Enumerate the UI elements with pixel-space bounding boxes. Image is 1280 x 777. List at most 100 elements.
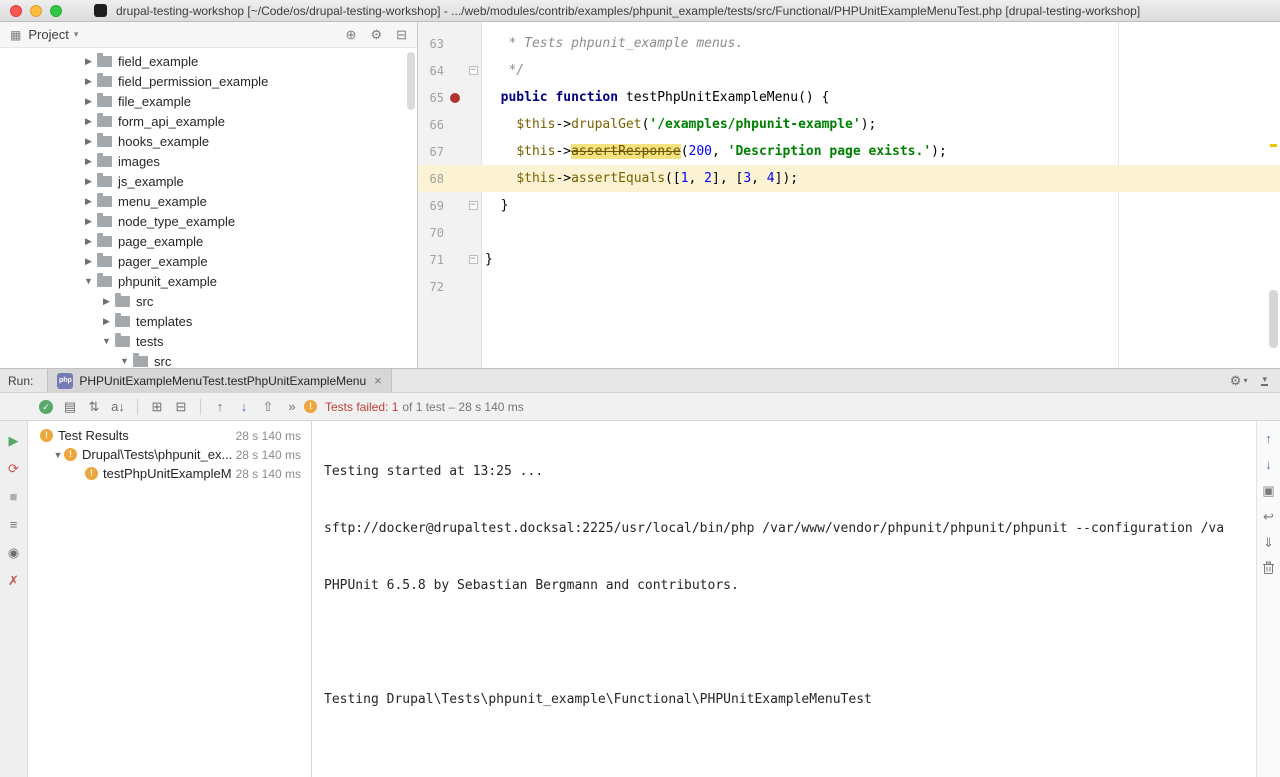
- minimize-window-button[interactable]: [30, 5, 42, 17]
- tree-item-form-api-example[interactable]: ▶form_api_example: [0, 111, 417, 131]
- code-line[interactable]: 70: [418, 219, 1280, 246]
- gear-icon[interactable]: ⚙: [1230, 373, 1242, 389]
- test-failed-icon: !: [40, 429, 53, 442]
- chevron-right-icon[interactable]: ▶: [82, 116, 95, 127]
- code-line-current[interactable]: 68 $this->assertEquals([1, 2], [3, 4]);: [418, 165, 1280, 192]
- sort-by-duration-icon[interactable]: ⇅: [82, 399, 106, 415]
- previous-failed-test-icon[interactable]: ↑: [208, 399, 232, 414]
- chevron-right-icon[interactable]: ▶: [82, 136, 95, 147]
- next-trace-icon[interactable]: ↓: [1265, 457, 1272, 483]
- test-results-root[interactable]: ! Test Results 28 s 140 ms: [28, 426, 311, 445]
- close-icon[interactable]: ✗: [8, 573, 19, 601]
- code-line[interactable]: 72: [418, 273, 1280, 300]
- tree-item-images[interactable]: ▶images: [0, 151, 417, 171]
- tree-item-templates[interactable]: ▶templates: [0, 311, 417, 331]
- gear-icon[interactable]: ⚙: [370, 27, 382, 43]
- code-editor[interactable]: 63 * Tests phpunit_example menus. 64− */…: [418, 22, 1280, 368]
- tree-item-node-type-example[interactable]: ▶node_type_example: [0, 211, 417, 231]
- project-view-selector[interactable]: Project: [28, 27, 68, 42]
- soft-wrap-icon[interactable]: ↩: [1263, 509, 1274, 535]
- chevron-down-icon[interactable]: ▼: [118, 356, 131, 366]
- chevron-right-icon[interactable]: ▶: [82, 56, 95, 67]
- editor-scrollbar[interactable]: [1269, 290, 1278, 348]
- run-tab[interactable]: php PHPUnitExampleMenuTest.testPhpUnitEx…: [47, 369, 391, 393]
- chevron-right-icon[interactable]: ▶: [82, 216, 95, 227]
- tree-item-src[interactable]: ▶src: [0, 291, 417, 311]
- show-passed-icon[interactable]: ✓: [39, 400, 53, 414]
- tree-item-file-example[interactable]: ▶file_example: [0, 91, 417, 111]
- sort-alphabetically-icon[interactable]: a↓: [106, 399, 130, 414]
- error-stripe-mark[interactable]: [1270, 144, 1277, 147]
- close-window-button[interactable]: [10, 5, 22, 17]
- tree-item-tests[interactable]: ▼tests: [0, 331, 417, 351]
- test-console-output[interactable]: Testing started at 13:25 ... sftp://dock…: [312, 421, 1256, 777]
- code-line[interactable]: 66 $this->drupalGet('/examples/phpunit-e…: [418, 111, 1280, 138]
- test-duration: 28 s 140 ms: [232, 448, 301, 462]
- test-suite-row[interactable]: ▼ ! Drupal\Tests\phpunit_ex... 28 s 140 …: [28, 445, 311, 464]
- code-line[interactable]: 64− */: [418, 57, 1280, 84]
- chevron-right-icon[interactable]: ▶: [82, 76, 95, 87]
- line-number: 63: [418, 37, 446, 51]
- fold-marker-icon[interactable]: −: [469, 66, 478, 75]
- chevron-right-icon[interactable]: ▶: [100, 296, 113, 307]
- stop-icon[interactable]: ■: [10, 489, 18, 517]
- code-line[interactable]: 63 * Tests phpunit_example menus.: [418, 30, 1280, 57]
- tree-item-menu-example[interactable]: ▶menu_example: [0, 191, 417, 211]
- fold-marker-icon[interactable]: −: [469, 201, 478, 210]
- chevron-right-icon[interactable]: ▶: [82, 236, 95, 247]
- chevron-right-icon[interactable]: ▶: [82, 256, 95, 267]
- clear-console-icon[interactable]: [1262, 561, 1275, 587]
- pin-icon[interactable]: ◉: [8, 545, 19, 573]
- tree-item-field-permission-example[interactable]: ▶field_permission_example: [0, 71, 417, 91]
- chevron-down-icon[interactable]: ▼: [82, 276, 95, 286]
- tree-item-field-example[interactable]: ▶ field_example: [0, 51, 417, 71]
- import-test-results-icon[interactable]: ▣: [1262, 483, 1274, 509]
- rerun-icon[interactable]: ▶: [9, 433, 19, 461]
- breakpoint-icon[interactable]: [450, 93, 460, 103]
- chevron-right-icon[interactable]: ▶: [82, 196, 95, 207]
- previous-trace-icon[interactable]: ↑: [1265, 431, 1272, 457]
- test-failed-icon: !: [64, 448, 77, 461]
- folder-icon: [97, 56, 112, 67]
- export-test-results-icon[interactable]: ⇧: [256, 399, 280, 415]
- line-number: 65: [418, 91, 446, 105]
- tree-item-tests-src[interactable]: ▼src: [0, 351, 417, 368]
- more-toolbar-icon[interactable]: »: [280, 399, 304, 414]
- chevron-right-icon[interactable]: ▶: [82, 96, 95, 107]
- rerun-failed-tests-icon[interactable]: ⟳: [8, 461, 19, 489]
- project-scrollbar[interactable]: [407, 52, 415, 110]
- close-tab-icon[interactable]: ×: [374, 373, 382, 388]
- chevron-right-icon[interactable]: ▶: [82, 176, 95, 187]
- tree-item-page-example[interactable]: ▶page_example: [0, 231, 417, 251]
- locate-file-icon[interactable]: ⊕: [346, 27, 357, 43]
- code-line[interactable]: 65 public function testPhpUnitExampleMen…: [418, 84, 1280, 111]
- chevron-down-icon[interactable]: ▼: [52, 450, 64, 460]
- folder-icon: [97, 156, 112, 167]
- test-case-row[interactable]: ! testPhpUnitExampleM... 28 s 140 ms: [28, 464, 311, 483]
- test-node-label: testPhpUnitExampleM...: [103, 466, 242, 481]
- tree-item-hooks-example[interactable]: ▶ hooks_example: [0, 131, 417, 151]
- code-line[interactable]: 69− }: [418, 192, 1280, 219]
- expand-all-icon[interactable]: ⊞: [145, 399, 169, 415]
- console-line: [324, 743, 1256, 770]
- fold-marker-icon[interactable]: −: [469, 255, 478, 264]
- hide-panel-icon[interactable]: ⊟: [396, 27, 407, 43]
- toggle-auto-test-icon[interactable]: ▤: [58, 399, 82, 415]
- chevron-down-icon[interactable]: ▼: [100, 336, 113, 346]
- restore-layout-icon[interactable]: ≡: [10, 517, 18, 545]
- code-line[interactable]: 67 $this->assertResponse(200, 'Descripti…: [418, 138, 1280, 165]
- collapse-all-icon[interactable]: ⊟: [169, 399, 193, 415]
- tree-item-label: field_example: [118, 54, 198, 69]
- chevron-right-icon[interactable]: ▶: [100, 316, 113, 327]
- chevron-down-icon[interactable]: ▾: [74, 29, 79, 40]
- code-line[interactable]: 71−}: [418, 246, 1280, 273]
- scroll-to-end-icon[interactable]: ⇓: [1263, 535, 1274, 561]
- chevron-right-icon[interactable]: ▶: [82, 156, 95, 167]
- tree-item-pager-example[interactable]: ▶pager_example: [0, 251, 417, 271]
- hide-panel-icon[interactable]: ▾: [1261, 375, 1268, 386]
- tree-item-label: hooks_example: [118, 134, 209, 149]
- zoom-window-button[interactable]: [50, 5, 62, 17]
- tree-item-js-example[interactable]: ▶js_example: [0, 171, 417, 191]
- next-failed-test-icon[interactable]: ↓: [232, 399, 256, 414]
- tree-item-phpunit-example[interactable]: ▼phpunit_example: [0, 271, 417, 291]
